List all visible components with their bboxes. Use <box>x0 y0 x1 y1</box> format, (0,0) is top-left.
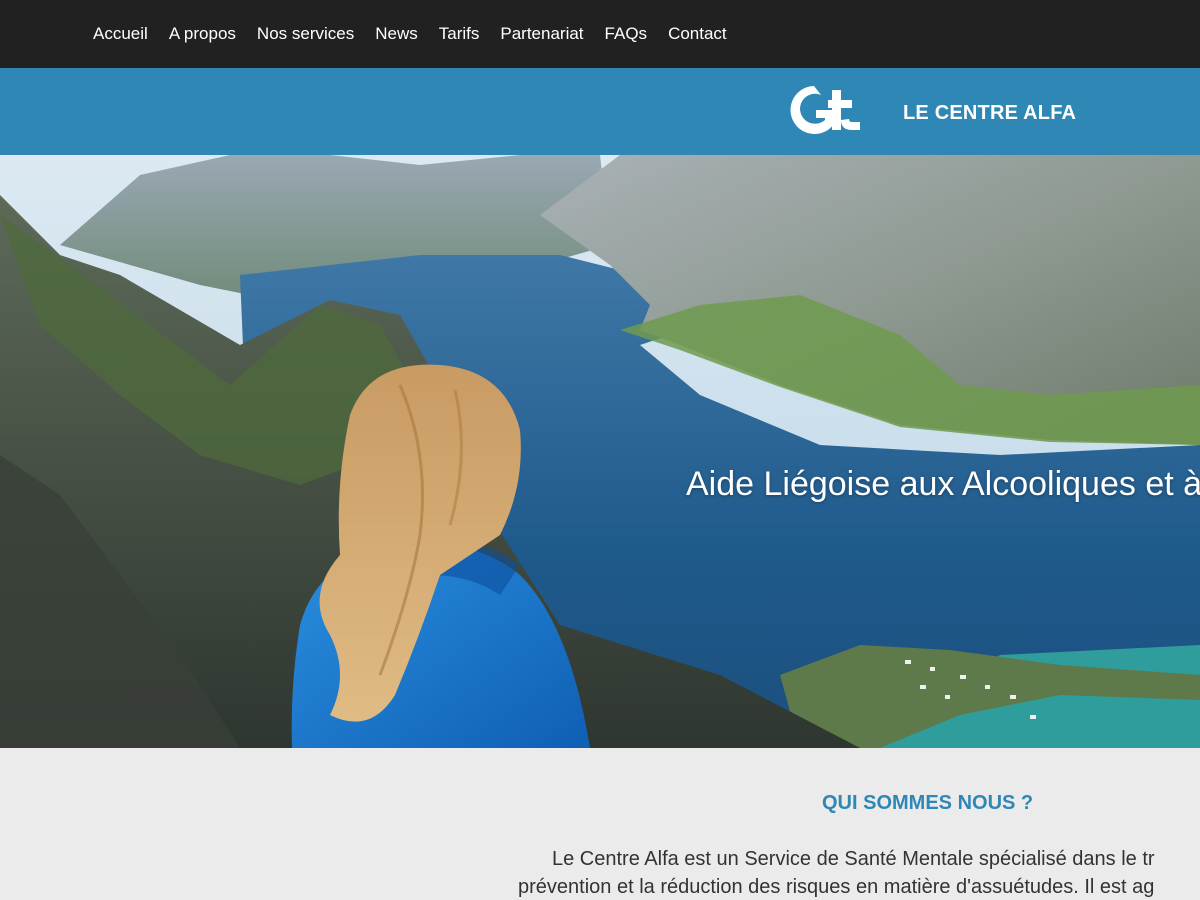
about-text-line-1: Le Centre Alfa est un Service de Santé M… <box>552 848 1155 870</box>
alfa-logo-icon[interactable] <box>788 84 862 138</box>
nav-item-nos-services[interactable]: Nos services <box>257 24 354 44</box>
nav-item-accueil[interactable]: Accueil <box>93 24 148 44</box>
main-menu: Accueil A propos Nos services News Tarif… <box>93 0 748 68</box>
about-section: QUI SOMMES NOUS ? Le Centre Alfa est un … <box>0 748 1200 900</box>
section-title: QUI SOMMES NOUS ? <box>822 792 1034 814</box>
nav-item-a-propos[interactable]: A propos <box>169 24 236 44</box>
hero-banner: Aide Liégoise aux Alcooliques et à <box>0 155 1200 748</box>
hero-landscape-image <box>0 155 1200 748</box>
top-navigation-bar: Accueil A propos Nos services News Tarif… <box>0 0 1200 68</box>
about-text-line-2: prévention et la réduction des risques e… <box>518 876 1155 898</box>
nav-item-partenariat[interactable]: Partenariat <box>500 24 583 44</box>
brand-name[interactable]: LE CENTRE ALFA <box>903 102 1076 125</box>
hero-title: Aide Liégoise aux Alcooliques et à <box>686 465 1200 503</box>
nav-item-news[interactable]: News <box>375 24 418 44</box>
nav-item-tarifs[interactable]: Tarifs <box>439 24 480 44</box>
nav-item-faqs[interactable]: FAQs <box>605 24 648 44</box>
brand-bar: LE CENTRE ALFA <box>0 68 1200 155</box>
nav-item-contact[interactable]: Contact <box>668 24 727 44</box>
